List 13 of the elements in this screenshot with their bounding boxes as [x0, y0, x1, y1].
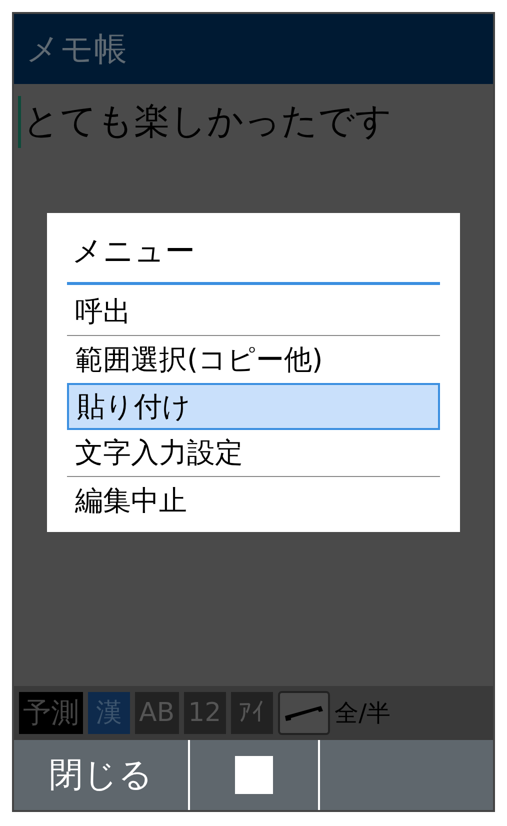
menu-item[interactable]: 呼出 — [67, 289, 440, 336]
menu-item[interactable]: 範囲選択(コピー他) — [67, 336, 440, 383]
square-icon — [235, 756, 273, 794]
text-cursor — [18, 96, 21, 148]
close-softkey[interactable]: 閉じる — [14, 740, 190, 810]
menu-item[interactable]: 貼り付け — [67, 383, 440, 430]
width-toggle-label: 全/半 — [334, 698, 391, 729]
menu-item[interactable]: 編集中止 — [67, 477, 440, 524]
window-title: メモ帳 — [26, 28, 127, 70]
menu-item[interactable]: 文字入力設定 — [67, 430, 440, 477]
menu-title: メニュー — [67, 229, 440, 285]
keyboard-toggle-button[interactable] — [278, 691, 330, 735]
memo-text: とても楽しかったです — [23, 104, 392, 140]
